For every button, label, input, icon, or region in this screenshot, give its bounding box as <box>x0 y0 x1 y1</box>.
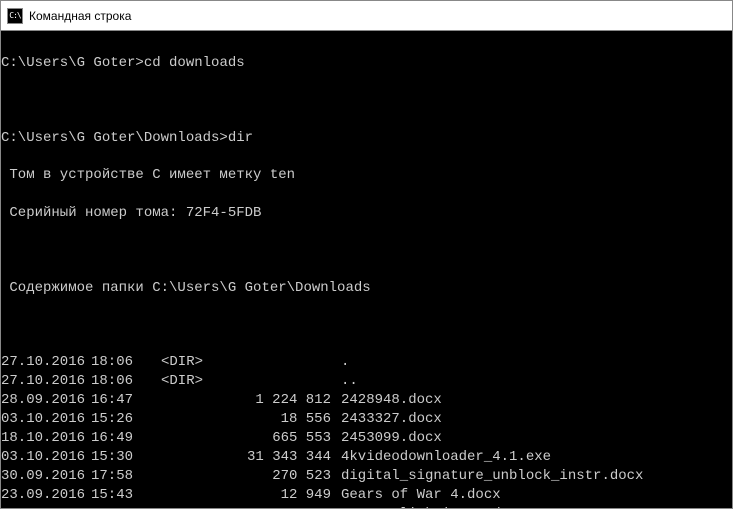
col-size: 270 523 <box>221 467 341 486</box>
col-date: 27.10.2016 <box>1 372 91 391</box>
serial-line: Серийный номер тома: 72F4-5FDB <box>1 204 732 223</box>
blank-1 <box>1 92 732 110</box>
blank-2 <box>1 242 732 260</box>
col-dir <box>161 429 221 448</box>
list-item: 30.09.201617:58 270 523digital_signature_… <box>1 467 732 486</box>
col-name: 2428948.docx <box>341 391 732 410</box>
col-dir <box>161 505 221 508</box>
col-date: 23.09.2016 <box>1 486 91 505</box>
col-dir <box>161 448 221 467</box>
prompt-line-1: C:\Users\G Goter>cd downloads <box>1 54 732 73</box>
list-item: 28.09.201616:47 1 224 8122428948.docx <box>1 391 732 410</box>
col-name: . <box>341 353 732 372</box>
list-item: 14.10.201618:04 264 466magnet_link_instr.… <box>1 505 732 508</box>
titlebar[interactable]: C:\ Командная строка <box>1 1 732 31</box>
list-item: 23.09.201615:43 12 949Gears of War 4.docx <box>1 486 732 505</box>
col-date: 28.09.2016 <box>1 391 91 410</box>
col-size: 1 224 812 <box>221 391 341 410</box>
prompt-line-2: C:\Users\G Goter\Downloads>dir <box>1 129 732 148</box>
terminal-area[interactable]: C:\Users\G Goter>cd downloads C:\Users\G… <box>1 31 732 508</box>
col-size <box>221 372 341 391</box>
col-dir <box>161 410 221 429</box>
col-date: 03.10.2016 <box>1 410 91 429</box>
window-title: Командная строка <box>29 9 131 23</box>
list-item: 18.10.201616:49 665 5532453099.docx <box>1 429 732 448</box>
cmd-window: C:\ Командная строка C:\Users\G Goter>cd… <box>0 0 733 509</box>
col-name: digital_signature_unblock_instr.docx <box>341 467 732 486</box>
col-size: 264 466 <box>221 505 341 508</box>
col-name: 4kvideodownloader_4.1.exe <box>341 448 732 467</box>
col-time: 15:43 <box>91 486 161 505</box>
list-item: 03.10.201615:30 31 343 3444kvideodownload… <box>1 448 732 467</box>
col-time: 15:26 <box>91 410 161 429</box>
col-name: .. <box>341 372 732 391</box>
col-date: 18.10.2016 <box>1 429 91 448</box>
col-date: 14.10.2016 <box>1 505 91 508</box>
col-time: 18:06 <box>91 353 161 372</box>
cmd-2: dir <box>228 130 253 146</box>
col-name: 2433327.docx <box>341 410 732 429</box>
col-size <box>221 353 341 372</box>
col-time: 18:06 <box>91 372 161 391</box>
col-dir <box>161 391 221 410</box>
prompt-2: C:\Users\G Goter\Downloads> <box>1 130 228 146</box>
prompt-1: C:\Users\G Goter> <box>1 55 144 71</box>
col-date: 30.09.2016 <box>1 467 91 486</box>
blank-3 <box>1 317 732 335</box>
dirof-line: Содержимое папки C:\Users\G Goter\Downlo… <box>1 279 732 298</box>
col-dir: <DIR> <box>161 372 221 391</box>
col-name: 2453099.docx <box>341 429 732 448</box>
col-size: 665 553 <box>221 429 341 448</box>
list-item: 03.10.201615:26 18 5562433327.docx <box>1 410 732 429</box>
col-time: 18:04 <box>91 505 161 508</box>
col-date: 27.10.2016 <box>1 353 91 372</box>
col-time: 15:30 <box>91 448 161 467</box>
cmd-1: cd downloads <box>144 55 245 71</box>
col-size: 12 949 <box>221 486 341 505</box>
list-item: 27.10.201618:06<DIR>.. <box>1 372 732 391</box>
col-date: 03.10.2016 <box>1 448 91 467</box>
col-dir <box>161 486 221 505</box>
col-name: Gears of War 4.docx <box>341 486 732 505</box>
col-time: 17:58 <box>91 467 161 486</box>
volume-line: Том в устройстве C имеет метку ten <box>1 166 732 185</box>
col-size: 18 556 <box>221 410 341 429</box>
list-item: 27.10.201618:06<DIR>. <box>1 353 732 372</box>
cmd-icon: C:\ <box>7 8 23 24</box>
col-dir: <DIR> <box>161 353 221 372</box>
col-size: 31 343 344 <box>221 448 341 467</box>
col-name: magnet_link_instr.docx <box>341 505 732 508</box>
col-dir <box>161 467 221 486</box>
col-time: 16:47 <box>91 391 161 410</box>
col-time: 16:49 <box>91 429 161 448</box>
directory-listing: 27.10.201618:06<DIR>.27.10.201618:06<DIR… <box>1 353 732 508</box>
